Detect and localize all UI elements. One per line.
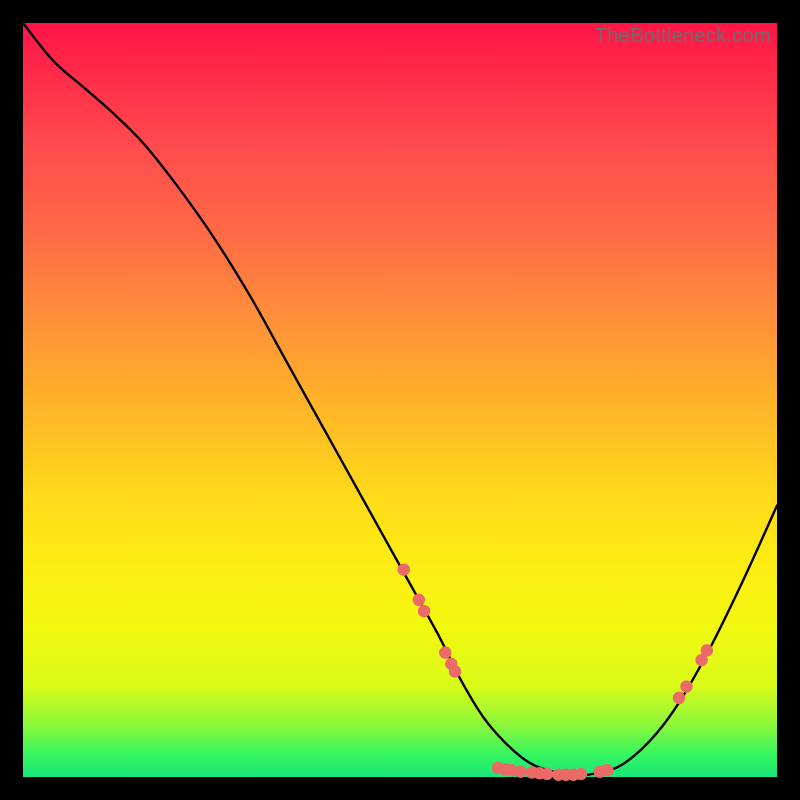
plot-area: TheBottleneck.com xyxy=(23,23,777,777)
chart-marker xyxy=(680,680,692,692)
chart-marker xyxy=(601,764,613,776)
bottleneck-curve xyxy=(23,23,777,775)
chart-marker xyxy=(418,605,430,617)
chart-marker xyxy=(575,768,587,780)
chart-marker xyxy=(439,646,451,658)
chart-marker xyxy=(673,692,685,704)
chart-marker xyxy=(514,766,526,778)
chart-marker xyxy=(701,644,713,656)
chart-marker xyxy=(541,768,553,780)
chart-marker xyxy=(398,563,410,575)
chart-frame: TheBottleneck.com xyxy=(0,0,800,800)
chart-marker xyxy=(449,665,461,677)
chart-marker xyxy=(413,594,425,606)
chart-markers xyxy=(398,563,714,780)
chart-svg xyxy=(23,23,777,777)
